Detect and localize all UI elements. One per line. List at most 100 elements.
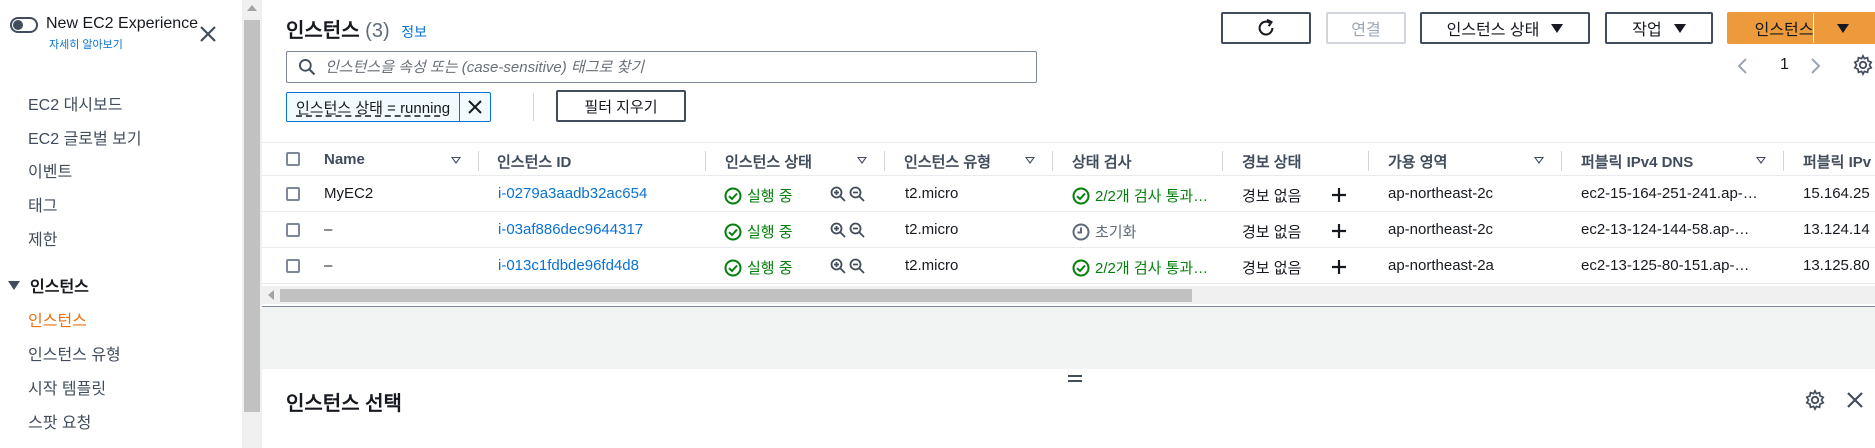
cell-public-ip[interactable]: 13.124.14 [1803,221,1870,238]
column-divider[interactable] [1783,151,1784,171]
sidebar-item-instance-types[interactable]: 인스턴스 유형 [28,341,121,365]
sort-icon[interactable] [1025,157,1035,164]
cell-public-dns[interactable]: ec2-13-125-80-151.ap-… [1581,257,1749,274]
cell-instance-type: t2.micro [905,185,959,202]
column-header-instance-id[interactable]: 인스턴스 ID [497,151,571,172]
cell-public-dns[interactable]: ec2-15-164-251-241.ap-… [1581,185,1758,202]
close-icon[interactable] [196,22,220,46]
table-row[interactable]: – i-03af886dec9644317 실행 중 t2.micro 초기화 … [262,212,1875,248]
sidebar-item-tags[interactable]: 태그 [28,192,57,216]
column-header-alarm-status[interactable]: 경보 상태 [1242,151,1301,172]
scroll-left-icon[interactable] [268,290,274,300]
sort-icon[interactable] [857,157,867,164]
cell-instance-id[interactable]: i-03af886dec9644317 [498,221,643,238]
pending-clock-icon [1072,223,1090,240]
cell-name: – [324,257,333,274]
cell-status-check: 2/2개 검사 통과… [1072,257,1208,278]
table-row[interactable]: – i-013c1fdbde96fd4d8 실행 중 t2.micro 2/2개… [262,248,1875,284]
column-header-public-dns[interactable]: 퍼블릭 IPv4 DNS [1581,151,1693,172]
sort-icon[interactable] [1534,157,1544,164]
column-divider[interactable] [1368,151,1369,171]
sidebar-item-global-view[interactable]: EC2 글로벌 보기 [28,125,142,149]
cell-instance-id[interactable]: i-013c1fdbde96fd4d8 [498,257,639,274]
scrollbar-thumb[interactable] [244,20,260,412]
instance-state-button[interactable]: 인스턴스 상태 [1420,12,1590,44]
sidebar-scrollbar[interactable] [242,0,262,448]
table-horizontal-scrollbar[interactable] [262,286,1875,304]
learn-more-link[interactable]: 자세히 알아보기 [49,36,198,52]
column-header-public-ip[interactable]: 퍼블릭 IPv [1803,151,1871,172]
sidebar-item-limits[interactable]: 제한 [28,226,57,250]
clear-filters-button[interactable]: 필터 지우기 [556,90,686,122]
status-check-label[interactable]: 2/2개 검사 통과… [1095,185,1208,206]
column-divider[interactable] [884,151,885,171]
panel-settings-gear-icon[interactable] [1804,389,1826,411]
row-checkbox[interactable] [286,187,300,201]
new-experience-toggle-row: New EC2 Experience 자세히 알아보기 [10,14,198,52]
new-experience-toggle[interactable] [10,17,38,33]
divider [533,93,534,121]
table-row[interactable]: MyEC2 i-0279a3aadb32ac654 실행 중 t2.micro … [262,176,1875,212]
success-check-icon [1072,187,1090,204]
row-checkbox[interactable] [286,223,300,237]
search-input[interactable] [325,58,1005,76]
column-header-status-check[interactable]: 상태 검사 [1072,151,1131,172]
cell-instance-id[interactable]: i-0279a3aadb32ac654 [498,185,647,202]
scrollbar-thumb[interactable] [280,289,1192,302]
zoom-in-icon[interactable] [830,222,846,238]
sort-icon[interactable] [451,157,461,164]
add-alarm-icon[interactable] [1330,186,1348,204]
column-divider[interactable] [1561,151,1562,171]
sidebar-item-events[interactable]: 이벤트 [28,158,72,182]
sidebar-item-spot-requests[interactable]: 스팟 요청 [28,409,91,433]
launch-dropdown-button[interactable] [1813,12,1874,44]
column-header-instance-type[interactable]: 인스턴스 유형 [904,151,991,172]
close-icon[interactable] [1846,391,1864,409]
sidebar-item-instances[interactable]: 인스턴스 [28,307,87,331]
zoom-in-icon[interactable] [830,258,846,274]
column-divider[interactable] [478,151,479,171]
state-label: 실행 중 [747,260,793,277]
zoom-out-icon[interactable] [849,258,865,274]
resize-handle-icon[interactable] [1068,375,1082,385]
zoom-out-icon[interactable] [849,186,865,202]
actions-button[interactable]: 작업 [1605,12,1713,44]
info-link[interactable]: 정보 [401,24,427,40]
refresh-button[interactable] [1221,12,1311,44]
success-check-icon [724,259,742,276]
cell-public-dns[interactable]: ec2-13-124-144-58.ap-… [1581,221,1749,238]
add-alarm-icon[interactable] [1330,222,1348,240]
instance-count: (3) [365,20,390,42]
sort-icon[interactable] [1756,157,1766,164]
search-box[interactable] [286,51,1037,83]
sidebar: New EC2 Experience 자세히 알아보기 EC2 대시보드 EC2… [0,0,242,448]
cell-public-ip[interactable]: 15.164.25 [1803,185,1870,202]
filter-token-label[interactable]: 인스턴스 상태 = running [287,93,461,121]
status-check-label[interactable]: 2/2개 검사 통과… [1095,257,1208,278]
sidebar-section-instances[interactable]: 인스턴스 [8,273,89,297]
zoom-out-icon[interactable] [849,222,865,238]
current-page[interactable]: 1 [1780,56,1789,74]
connect-button[interactable]: 연결 [1326,12,1406,44]
column-header-instance-state[interactable]: 인스턴스 상태 [725,151,812,172]
sidebar-item-dashboard[interactable]: EC2 대시보드 [28,91,122,115]
prev-page-icon[interactable] [1736,56,1750,76]
column-header-availability-zone[interactable]: 가용 영역 [1388,151,1447,172]
cell-name: – [324,221,333,238]
column-header-name[interactable]: Name [324,151,365,168]
remove-filter-button[interactable] [460,93,490,121]
sidebar-item-launch-templates[interactable]: 시작 템플릿 [28,375,106,399]
select-all-checkbox[interactable] [286,152,300,166]
cell-availability-zone: ap-northeast-2c [1388,221,1494,238]
cell-public-ip[interactable]: 13.125.80 [1803,257,1870,274]
column-divider[interactable] [1222,151,1223,171]
cell-availability-zone: ap-northeast-2c [1388,185,1494,202]
column-divider[interactable] [1052,151,1053,171]
row-checkbox[interactable] [286,259,300,273]
add-alarm-icon[interactable] [1330,258,1348,276]
zoom-in-icon[interactable] [830,186,846,202]
next-page-icon[interactable] [1808,56,1822,76]
column-divider[interactable] [705,151,706,171]
scroll-up-icon[interactable] [247,5,257,11]
settings-gear-icon[interactable] [1852,54,1874,76]
